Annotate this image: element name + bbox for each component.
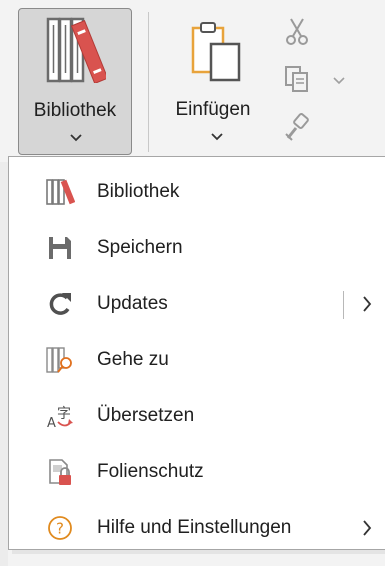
scissors-icon[interactable] (282, 16, 312, 46)
paste-button-label: Einfügen (175, 99, 251, 120)
menu-item-translate[interactable]: A 字 Übersetzen (9, 389, 385, 445)
submenu-split-divider (343, 291, 344, 319)
chevron-down-icon[interactable] (332, 76, 346, 86)
menu-item-library[interactable]: Bibliothek (9, 165, 385, 221)
library-books-icon (46, 179, 75, 205)
svg-text:?: ? (56, 520, 64, 538)
refresh-icon (49, 293, 71, 315)
library-dropdown-menu: Bibliothek Speichern Updates Gehe zu A 字… (8, 156, 385, 550)
menu-item-label: Folienschutz (97, 461, 204, 482)
menu-item-label: Übersetzen (97, 405, 195, 426)
library-button[interactable]: Bibliothek (18, 8, 132, 155)
paste-button[interactable]: Einfügen (158, 8, 268, 155)
slide-lock-icon (49, 459, 71, 485)
copy-icon[interactable] (282, 64, 312, 94)
menu-item-save[interactable]: Speichern (9, 221, 385, 277)
menu-item-label: Gehe zu (97, 349, 169, 370)
ribbon-separator (148, 12, 149, 152)
library-button-label: Bibliothek (33, 100, 117, 121)
svg-text:A: A (47, 416, 56, 431)
menu-item-help-settings[interactable]: ? Hilfe und Einstellungen (9, 501, 385, 557)
ribbon-toolbar: Bibliothek Einfügen (0, 0, 385, 162)
menu-item-goto[interactable]: Gehe zu (9, 333, 385, 389)
menu-item-label: Speichern (97, 237, 183, 258)
left-panel-edge (0, 162, 8, 566)
format-painter-icon[interactable] (282, 112, 312, 142)
chevron-right-icon (363, 520, 372, 536)
menu-item-updates[interactable]: Updates (9, 277, 385, 333)
save-icon (49, 237, 71, 259)
help-icon: ? (48, 516, 72, 540)
translate-icon: A 字 (47, 406, 73, 431)
library-books-icon (46, 17, 106, 83)
chevron-down-icon (70, 134, 82, 142)
menu-item-label: Updates (97, 293, 168, 314)
menu-item-label: Bibliothek (97, 181, 180, 202)
chevron-down-icon (211, 133, 223, 141)
chevron-right-icon[interactable] (361, 294, 373, 314)
menu-item-slide-protection[interactable]: Folienschutz (9, 445, 385, 501)
library-search-icon (46, 347, 72, 373)
clipboard-paste-icon (191, 22, 241, 82)
menu-item-label: Hilfe und Einstellungen (97, 517, 292, 538)
